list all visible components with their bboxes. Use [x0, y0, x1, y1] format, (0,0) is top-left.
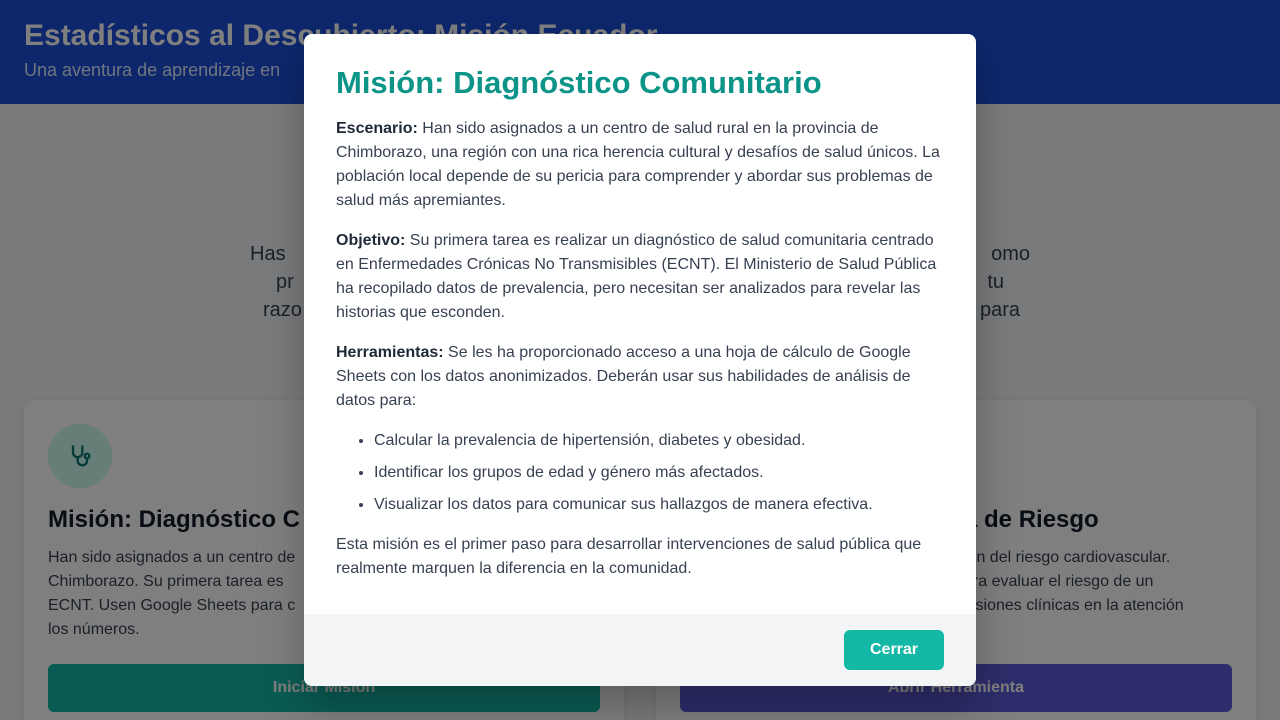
- list-item: Identificar los grupos de edad y género …: [374, 461, 944, 485]
- tools-label: Herramientas:: [336, 344, 444, 362]
- modal-footer: Cerrar: [304, 614, 976, 686]
- task-list: Calcular la prevalencia de hipertensión,…: [336, 429, 944, 517]
- modal-title: Misión: Diagnóstico Comunitario: [336, 65, 822, 100]
- modal-body: Misión: Diagnóstico Comunitario Escenari…: [304, 34, 976, 614]
- scenario-paragraph: Escenario: Han sido asignados a un centr…: [336, 117, 944, 213]
- scenario-text: Han sido asignados a un centro de salud …: [336, 120, 940, 210]
- objective-text: Su primera tarea es realizar un diagnóst…: [336, 232, 937, 322]
- list-item: Calcular la prevalencia de hipertensión,…: [374, 429, 944, 453]
- objective-label: Objetivo:: [336, 232, 406, 250]
- closing-paragraph: Esta misión es el primer paso para desar…: [336, 536, 922, 578]
- list-item: Visualizar los datos para comunicar sus …: [374, 493, 944, 517]
- scenario-label: Escenario:: [336, 120, 418, 138]
- mission-modal: Misión: Diagnóstico Comunitario Escenari…: [304, 34, 976, 686]
- objective-paragraph: Objetivo: Su primera tarea es realizar u…: [336, 229, 944, 325]
- tools-paragraph: Herramientas: Se les ha proporcionado ac…: [336, 341, 944, 413]
- close-button[interactable]: Cerrar: [844, 630, 944, 670]
